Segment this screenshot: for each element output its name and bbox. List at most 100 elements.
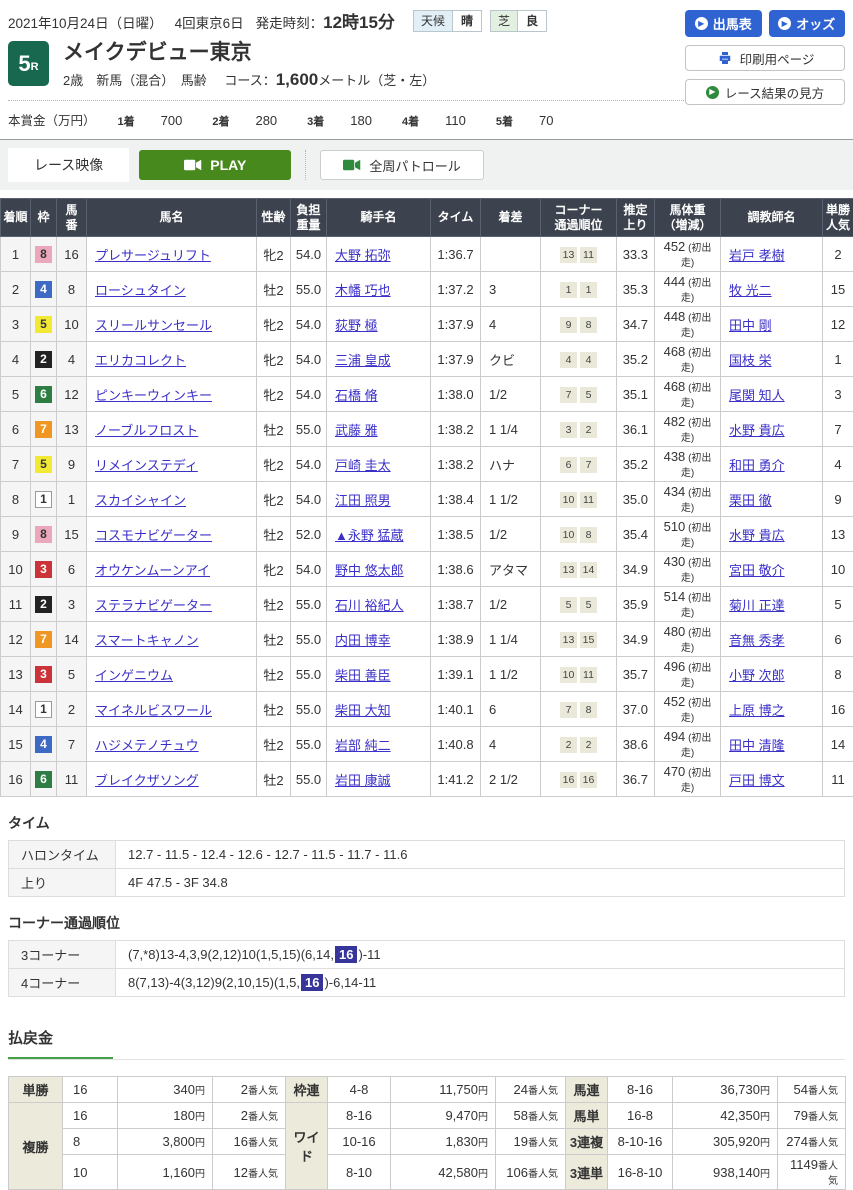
race-number-badge: 5 R bbox=[8, 41, 49, 86]
bet-type-tansho: 単勝 bbox=[9, 1077, 63, 1103]
waku-badge: 6 bbox=[35, 386, 52, 403]
jockey-link[interactable]: 大野 拓弥 bbox=[335, 248, 391, 263]
corner-positions: 108 bbox=[541, 517, 617, 552]
corner-position-box: 7 bbox=[580, 457, 597, 473]
horse-name-link[interactable]: リメインステディ bbox=[95, 458, 198, 473]
trainer-link[interactable]: 戸田 博文 bbox=[729, 773, 785, 788]
horse-weight: 434 (初出走) bbox=[655, 482, 721, 517]
horse-name-link[interactable]: ハジメテノチュウ bbox=[95, 738, 199, 753]
finish-position: 11 bbox=[1, 587, 31, 622]
trainer-link[interactable]: 小野 次郎 bbox=[729, 668, 785, 683]
entries-button[interactable]: ▶ 出馬表 bbox=[685, 10, 762, 37]
results-guide-button[interactable]: ▶ レース結果の見方 bbox=[685, 79, 845, 105]
patrol-video-button[interactable]: 全周パトロール bbox=[320, 150, 483, 180]
weight-debut-note: (初出走) bbox=[681, 278, 712, 304]
horse-name-link[interactable]: ノーブルフロスト bbox=[95, 423, 198, 438]
trainer-link[interactable]: 菊川 正達 bbox=[729, 598, 785, 613]
play-video-button[interactable]: PLAY bbox=[139, 150, 291, 180]
waku-cell: 7 bbox=[31, 622, 57, 657]
waku-badge: 4 bbox=[35, 736, 52, 753]
trainer-link[interactable]: 岩戸 孝樹 bbox=[729, 248, 785, 263]
jockey-link[interactable]: 三浦 皇成 bbox=[335, 353, 391, 368]
amount-value: 9,470 bbox=[445, 1108, 478, 1123]
jockey-link[interactable]: 石橋 脩 bbox=[335, 388, 378, 403]
trainer-link[interactable]: 田中 剛 bbox=[729, 318, 772, 333]
prize-item: 4着110 bbox=[402, 113, 466, 129]
horse-name-link[interactable]: スリールサンセール bbox=[95, 318, 212, 333]
sex-age: 牝2 bbox=[257, 307, 291, 342]
jockey-link[interactable]: 柴田 大知 bbox=[335, 703, 391, 718]
jockey-link[interactable]: 内田 博幸 bbox=[335, 633, 391, 648]
horse-name-link[interactable]: インゲニウム bbox=[95, 668, 173, 683]
jockey-link[interactable]: 岩田 康誠 bbox=[335, 773, 391, 788]
jockey-link[interactable]: 荻野 極 bbox=[335, 318, 378, 333]
trainer-link[interactable]: 栗田 徹 bbox=[729, 493, 772, 508]
winner-highlight: 16 bbox=[301, 974, 323, 991]
horse-name-link[interactable]: コスモナビゲーター bbox=[95, 528, 212, 543]
jockey-link[interactable]: 武藤 雅 bbox=[335, 423, 378, 438]
horse-name-link[interactable]: ステラナビゲーター bbox=[95, 598, 212, 613]
trainer-link[interactable]: 音無 秀孝 bbox=[729, 633, 785, 648]
payout-row: 複勝 16 180円 2番人気 ワイド 8-16 9,470円 58番人気 馬単… bbox=[9, 1103, 846, 1129]
result-row: 12714スマートキャノン牡255.0内田 博幸1:38.91 1/413153… bbox=[1, 622, 853, 657]
yen-suffix: 円 bbox=[195, 1086, 205, 1097]
trainer-link[interactable]: 田中 清隆 bbox=[729, 738, 785, 753]
jockey-link[interactable]: 石川 裕紀人 bbox=[335, 598, 404, 613]
horse-name-link[interactable]: スカイシャイン bbox=[95, 493, 186, 508]
carried-weight: 55.0 bbox=[291, 272, 327, 307]
horse-name-link[interactable]: オウケンムーンアイ bbox=[95, 563, 210, 578]
video-strip: レース映像 PLAY 全周パトロール bbox=[0, 140, 853, 190]
payout-popularity: 106番人気 bbox=[496, 1155, 566, 1190]
margin: 2 1/2 bbox=[481, 762, 541, 797]
odds-button[interactable]: ▶ オッズ bbox=[769, 10, 846, 37]
horse-name-link[interactable]: プレサージュリフト bbox=[95, 248, 211, 263]
horse-name-link[interactable]: エリカコレクト bbox=[95, 353, 186, 368]
estimated-last-3f: 35.7 bbox=[617, 657, 655, 692]
waku-cell: 5 bbox=[31, 447, 57, 482]
carried-weight: 54.0 bbox=[291, 377, 327, 412]
trainer-link[interactable]: 宮田 敬介 bbox=[729, 563, 785, 578]
weather-chip: 天候 晴 bbox=[413, 10, 482, 32]
waku-badge: 5 bbox=[35, 316, 52, 333]
jockey-link[interactable]: 江田 照男 bbox=[335, 493, 391, 508]
trainer-link[interactable]: 牧 光二 bbox=[729, 283, 772, 298]
horse-name-cell: ブレイクザソング bbox=[87, 762, 257, 797]
trainer-link[interactable]: 国枝 栄 bbox=[729, 353, 772, 368]
print-page-button[interactable]: 印刷用ページ bbox=[685, 45, 845, 71]
trainer-link[interactable]: 水野 貴広 bbox=[729, 423, 785, 438]
corner-positions: 98 bbox=[541, 307, 617, 342]
payout-number: 8 bbox=[63, 1129, 118, 1155]
trainer-link[interactable]: 尾関 知人 bbox=[729, 388, 785, 403]
horse-weight: 438 (初出走) bbox=[655, 447, 721, 482]
finish-position: 4 bbox=[1, 342, 31, 377]
jockey-link[interactable]: 野中 悠太郎 bbox=[335, 563, 404, 578]
waku-cell: 5 bbox=[31, 307, 57, 342]
payout-section-title: 払戻金 bbox=[8, 1027, 113, 1059]
horse-weight: 496 (初出走) bbox=[655, 657, 721, 692]
weight-debut-note: (初出走) bbox=[681, 628, 712, 654]
jockey-link[interactable]: 岩部 純二 bbox=[335, 738, 391, 753]
finish-time: 1:40.8 bbox=[431, 727, 481, 762]
trainer-link[interactable]: 水野 貴広 bbox=[729, 528, 785, 543]
payout-number: 16 bbox=[63, 1077, 118, 1103]
horse-name-cell: リメインステディ bbox=[87, 447, 257, 482]
horse-name-link[interactable]: スマートキャノン bbox=[95, 633, 199, 648]
jockey-link[interactable]: 柴田 善臣 bbox=[335, 668, 391, 683]
horse-number: 7 bbox=[57, 727, 87, 762]
horse-name-link[interactable]: マイネルビスワール bbox=[95, 703, 212, 718]
horse-name-link[interactable]: ピンキーウィンキー bbox=[95, 388, 212, 403]
trainer-link[interactable]: 和田 勇介 bbox=[729, 458, 785, 473]
prize-item: 1着700 bbox=[118, 113, 183, 129]
horse-number: 14 bbox=[57, 622, 87, 657]
jockey-link[interactable]: 戸崎 圭太 bbox=[335, 458, 391, 473]
horse-number: 9 bbox=[57, 447, 87, 482]
corner-table: 3コーナー (7,*8)13-4,3,9(2,12)10(1,5,15)(6,1… bbox=[8, 940, 845, 997]
corner-position-box: 1 bbox=[560, 282, 577, 298]
jockey-link[interactable]: 木幡 巧也 bbox=[335, 283, 391, 298]
trainer-link[interactable]: 上原 博之 bbox=[729, 703, 785, 718]
weight-debut-note: (初出走) bbox=[681, 243, 712, 269]
horse-name-link[interactable]: ローシュタイン bbox=[95, 283, 186, 298]
jockey-link[interactable]: ▲永野 猛蔵 bbox=[335, 528, 403, 543]
horse-name-link[interactable]: ブレイクザソング bbox=[95, 773, 199, 788]
horse-name-cell: インゲニウム bbox=[87, 657, 257, 692]
